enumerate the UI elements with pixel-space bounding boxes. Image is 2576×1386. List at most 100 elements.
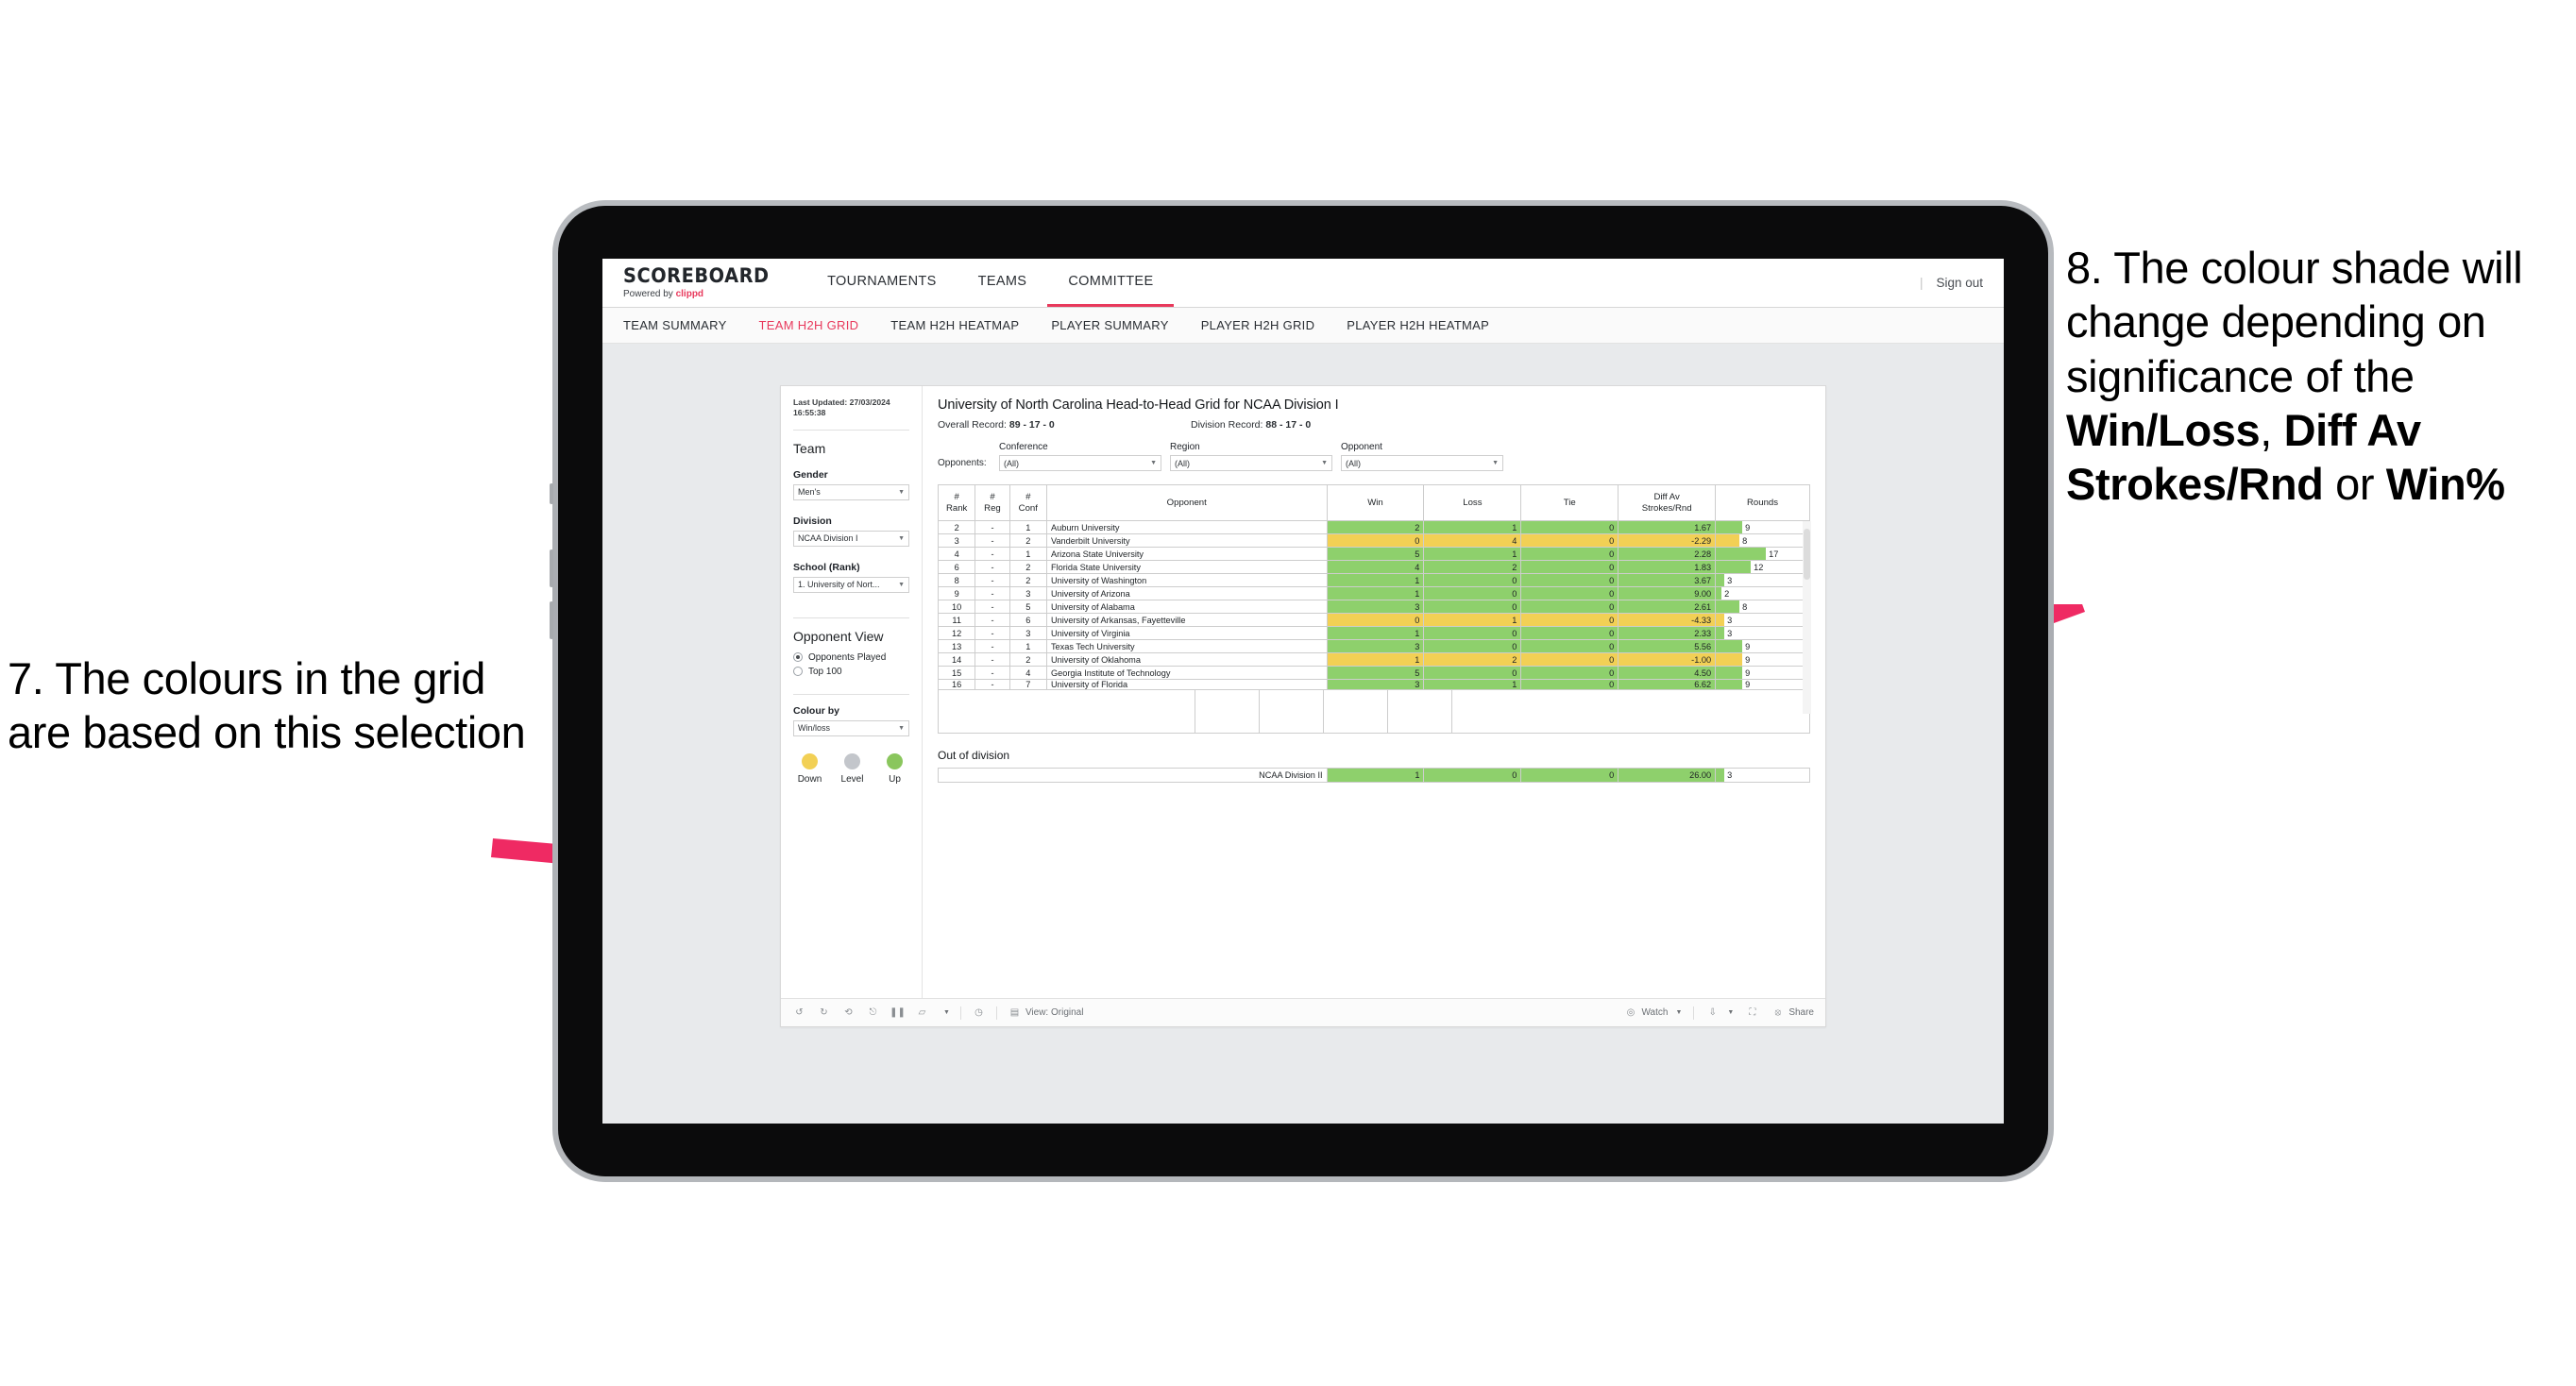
radio-top-100[interactable]: Top 100 [793, 667, 909, 677]
subnav-player-summary[interactable]: PLAYER SUMMARY [1051, 318, 1168, 332]
table-row[interactable]: 9-3 University of Arizona 1 0 0 9.00 2 [937, 586, 1810, 600]
table-row[interactable]: 6-2 Florida State University 4 2 0 1.83 12 [937, 560, 1810, 574]
workbook-area: Last Updated: 27/03/2024 16:55:38 Team G… [602, 344, 2004, 1027]
table-row[interactable]: 4-1 Arizona State University 5 1 0 2.28 17 [937, 547, 1810, 561]
annotation-8-bold1: Win/Loss [2066, 404, 2261, 455]
annotation-8-line1: 8. The colour shade will change dependin… [2066, 243, 2523, 401]
overall-record: Overall Record: 89 - 17 - 0 [938, 419, 1191, 431]
cell-opponent: University of Washington [1045, 573, 1328, 587]
view-original-button[interactable]: ▤ View: Original [1008, 1006, 1084, 1020]
watch-icon: ◎ [1626, 1007, 1635, 1018]
sign-out-link[interactable]: Sign out [1936, 276, 1983, 290]
fullscreen-icon[interactable]: ⛶ [1745, 1006, 1759, 1020]
cell-tie: 0 [1520, 652, 1619, 667]
revert-icon[interactable]: ⟲ [841, 1006, 856, 1020]
toolbar-divider-2 [995, 1006, 997, 1020]
out-of-division-body: NCAA Division II 1 0 0 26.00 3 [938, 768, 1810, 783]
cell-opponent: Texas Tech University [1045, 639, 1328, 653]
chevron-down-icon: ▼ [1150, 460, 1157, 466]
rounds-value: 9 [1745, 522, 1751, 532]
table-row[interactable]: 11-6 University of Arkansas, Fayetteville… [937, 613, 1810, 627]
h2h-grid-wrapper: # Rank # Reg # Conf Opponent Win Loss Tie [937, 484, 1811, 734]
table-row[interactable]: 3-2 Vanderbilt University 0 4 0 -2.29 8 [937, 533, 1810, 548]
subnav-team-summary[interactable]: TEAM SUMMARY [623, 318, 727, 332]
subnav-team-h2h-heatmap[interactable]: TEAM H2H HEATMAP [890, 318, 1019, 332]
cell-diff: 1.83 [1618, 560, 1717, 574]
clock-icon[interactable]: ◷ [972, 1006, 986, 1020]
filter-region-select[interactable]: (All) ▼ [1170, 455, 1332, 471]
division-record-value: 88 - 17 - 0 [1265, 419, 1312, 431]
cell-tie: 0 [1520, 533, 1619, 548]
filter-opponent-value: (All) [1346, 458, 1361, 468]
subnav-player-h2h-heatmap[interactable]: PLAYER H2H HEATMAP [1347, 318, 1489, 332]
rounds-bar [1716, 653, 1743, 666]
opponent-filters: Opponents: Conference (All) ▼ Region (Al… [938, 442, 1810, 471]
filter-colour-by-select[interactable]: Win/loss ▼ [793, 719, 909, 736]
subnav-player-h2h-grid[interactable]: PLAYER H2H GRID [1201, 318, 1315, 332]
col-opponent: Opponent [1045, 484, 1328, 521]
nav-committee[interactable]: COMMITTEE [1047, 259, 1175, 307]
share-button[interactable]: ⦻ Share [1771, 1006, 1815, 1020]
col-loss: Loss [1423, 484, 1522, 521]
filter-conference-label: Conference [999, 442, 1048, 452]
out-of-division-row[interactable]: NCAA Division II 1 0 0 26.00 3 [938, 768, 1810, 783]
cell-conf: 1 [1008, 520, 1047, 534]
tail-diff [1388, 690, 1452, 733]
table-row[interactable]: 8-2 University of Washington 1 0 0 3.67 3 [937, 573, 1810, 587]
rounds-value: 9 [1745, 680, 1751, 689]
table-row[interactable]: 14-2 University of Oklahoma 1 2 0 -1.00 9 [937, 652, 1810, 667]
filter-gender-select[interactable]: Men's ▼ [793, 483, 909, 500]
cell-tie: 0 [1520, 586, 1619, 600]
cell-rank: 11 [937, 613, 976, 627]
chevron-down-icon: ▼ [898, 724, 905, 732]
filter-opponent: Opponent (All) ▼ [1341, 442, 1503, 471]
subnav-team-h2h-grid[interactable]: TEAM H2H GRID [759, 318, 859, 332]
cell-opponent: University of Arkansas, Fayetteville [1045, 613, 1328, 627]
table-row[interactable]: 16-7 University of Florida 3 1 0 6.62 9 [937, 679, 1810, 690]
radio-icon-unselected [793, 667, 803, 677]
brand-name: SCOREBOARD [623, 264, 770, 287]
undo-icon[interactable]: ↺ [792, 1006, 806, 1020]
colour-legend: Down Level Up [793, 752, 909, 785]
nav-teams[interactable]: TEAMS [958, 259, 1048, 307]
pause-icon[interactable]: ❚❚ [890, 1006, 906, 1020]
filter-conference-select[interactable]: (All) ▼ [999, 455, 1161, 471]
radio-icon-selected [793, 652, 803, 663]
tail-win [1195, 690, 1260, 733]
grid-scrollbar-thumb[interactable] [1804, 529, 1810, 580]
rounds-value: 3 [1727, 575, 1733, 585]
filter-division-select[interactable]: NCAA Division I ▼ [793, 530, 909, 547]
grid-scrollbar[interactable] [1803, 521, 1811, 714]
tablet-button-volume-down [550, 601, 553, 639]
cell-win: 1 [1326, 652, 1425, 667]
h2h-grid-body: 2-1 Auburn University 2 1 0 1.67 9 3-2 Vanderbil… [937, 520, 1810, 690]
refresh-icon[interactable]: ⎋ [866, 1006, 880, 1020]
filter-opponent-select[interactable]: (All) ▼ [1341, 455, 1503, 471]
filter-conference-value: (All) [1004, 458, 1019, 468]
nav-tournaments[interactable]: TOURNAMENTS [806, 259, 958, 307]
rounds-bar [1716, 667, 1743, 679]
filter-school-select[interactable]: 1. University of Nort... ▼ [793, 576, 909, 593]
table-row[interactable]: 10-5 University of Alabama 3 0 0 2.61 8 [937, 600, 1810, 614]
table-row[interactable]: 13-1 Texas Tech University 3 0 0 5.56 9 [937, 639, 1810, 653]
cell-conf: 5 [1008, 600, 1047, 614]
legend-dot-level [844, 752, 860, 769]
radio-opponents-played[interactable]: Opponents Played [793, 652, 909, 663]
table-row[interactable]: 12-3 University of Virginia 1 0 0 2.33 3 [937, 626, 1810, 640]
chevron-down-icon[interactable]: ▼ [943, 1009, 950, 1016]
table-row[interactable]: 15-4 Georgia Institute of Technology 5 0 0 4.… [937, 666, 1810, 680]
rectangle-select-icon[interactable]: ▱ [915, 1006, 929, 1020]
chevron-down-icon: ▼ [1492, 460, 1499, 466]
download-button[interactable]: ⇩ ▼ [1705, 1006, 1735, 1020]
cell-conf: 3 [1008, 626, 1047, 640]
cell-loss: 2 [1423, 560, 1522, 574]
chevron-down-icon: ▼ [1675, 1009, 1683, 1016]
cell-win: 0 [1326, 613, 1425, 627]
redo-icon[interactable]: ↻ [817, 1006, 831, 1020]
cell-conf: 4 [1008, 666, 1047, 680]
h2h-grid-head: # Rank # Reg # Conf Opponent Win Loss Tie [937, 484, 1810, 521]
tail-left [939, 690, 1195, 733]
table-row[interactable]: 2-1 Auburn University 2 1 0 1.67 9 [937, 520, 1810, 534]
watch-button[interactable]: ◎ Watch ▼ [1623, 1006, 1683, 1020]
cell-rank: 15 [937, 666, 976, 680]
